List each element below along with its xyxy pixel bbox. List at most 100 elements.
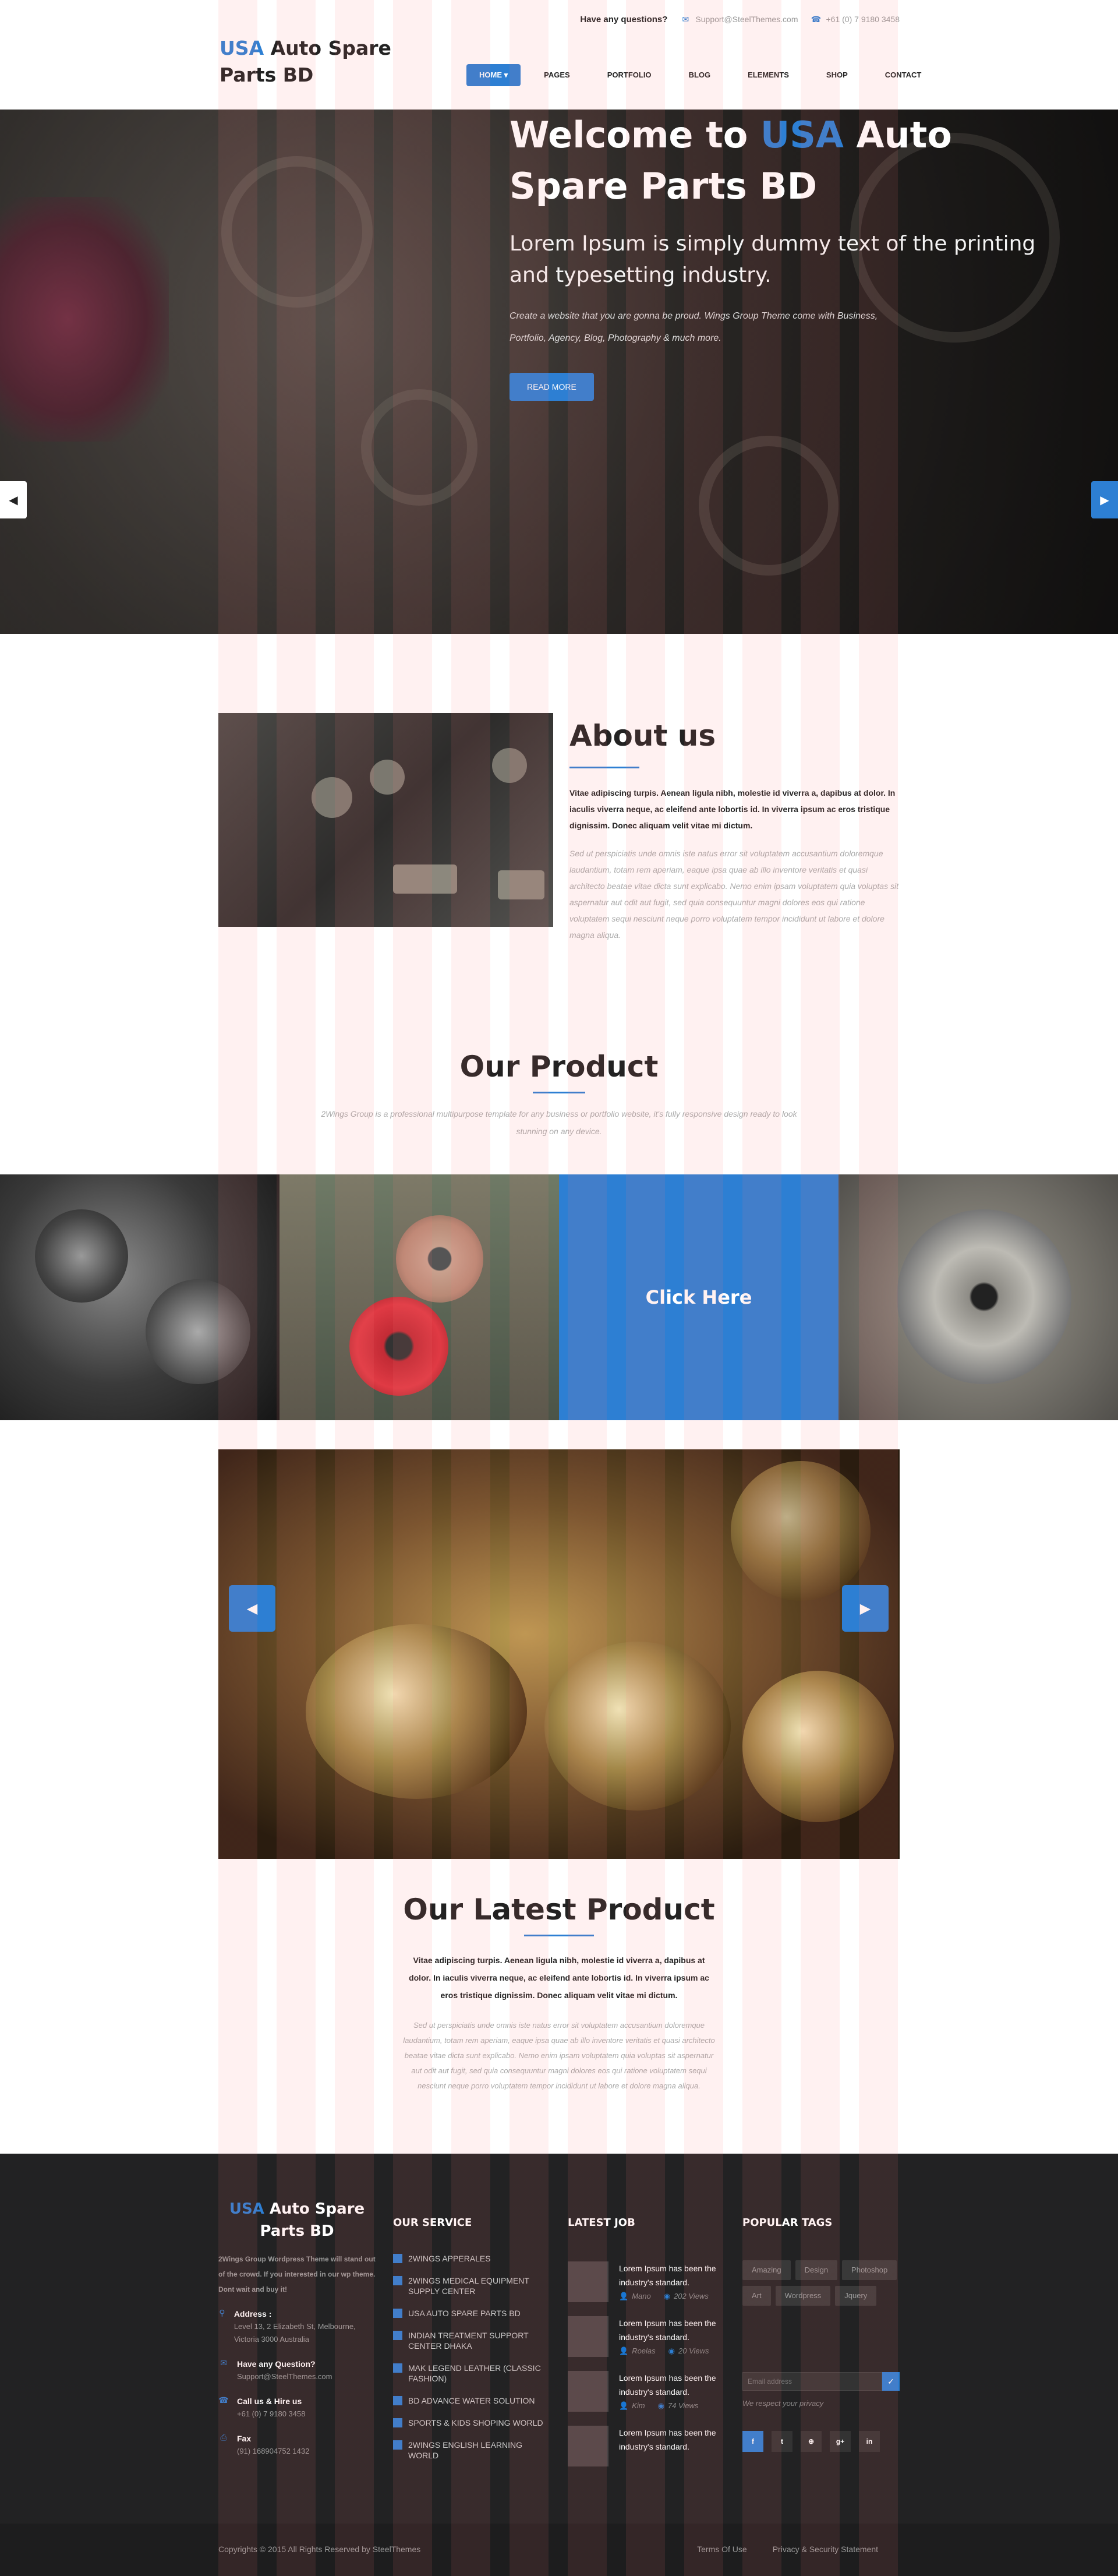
- job-author: Roelas: [632, 2346, 656, 2355]
- twitter-icon[interactable]: t: [772, 2431, 792, 2452]
- contact-address: ⚲ Address : Level 13, 2 Elizabeth St, Mel…: [218, 2307, 376, 2346]
- job-item[interactable]: Lorem Ipsum has been the industry's stan…: [568, 2316, 725, 2357]
- service-item[interactable]: 2WINGS MEDICAL EQUIPMENT SUPPLY CENTER: [393, 2275, 550, 2296]
- nav-blog[interactable]: BLOG: [670, 64, 730, 86]
- google-plus-icon[interactable]: g+: [830, 2431, 851, 2452]
- facebook-icon[interactable]: f: [742, 2431, 763, 2452]
- job-title: Lorem Ipsum has been the industry's stan…: [619, 2319, 716, 2342]
- terms-link[interactable]: Terms Of Use: [697, 2545, 747, 2554]
- hero-caption: Welcome to USA Auto Spare Parts BD Lorem…: [510, 114, 1051, 401]
- tag[interactable]: Design: [795, 2260, 838, 2280]
- nav-elements[interactable]: ELEMENTS: [729, 64, 808, 86]
- envelope-icon: ✉: [220, 2358, 227, 2367]
- job-thumbnail: [568, 2316, 608, 2357]
- tag[interactable]: Art: [742, 2286, 771, 2306]
- contact-question: ✉ Have any Question? Support@SteelThemes.…: [218, 2358, 376, 2383]
- nav-pages[interactable]: PAGES: [525, 64, 589, 86]
- bullet-icon: [393, 2396, 402, 2405]
- tag[interactable]: Wordpress: [775, 2286, 831, 2306]
- support-email[interactable]: ✉ Support@SteelThemes.com: [680, 14, 798, 24]
- tag[interactable]: Jquery: [835, 2286, 877, 2306]
- job-item[interactable]: Lorem Ipsum has been the industry's stan…: [568, 2371, 725, 2412]
- job-views: 20 Views: [678, 2346, 709, 2355]
- privacy-link[interactable]: Privacy & Security Statement: [773, 2545, 878, 2554]
- about-intro: Vitae adipiscing turpis. Aenean ligula n…: [569, 788, 896, 830]
- nav-portfolio[interactable]: PORTFOLIO: [589, 64, 670, 86]
- copyright: Copyrights © 2015 All Rights Reserved by…: [218, 2545, 421, 2554]
- slider-next-button[interactable]: ▶: [842, 1585, 889, 1632]
- footer-tags: POPULAR TAGS Amazing Design Photoshop Ar…: [742, 2154, 900, 2452]
- hero-prev-button[interactable]: ◀: [0, 481, 27, 518]
- footer-contact: ⚲ Address : Level 13, 2 Elizabeth St, Mel…: [218, 2307, 376, 2458]
- nav-home[interactable]: HOME ▾: [466, 64, 521, 86]
- jobs-title: LATEST JOB: [568, 2217, 635, 2229]
- product-title: Our Product: [459, 1050, 659, 1084]
- job-views: 74 Views: [667, 2401, 699, 2410]
- job-item[interactable]: Lorem Ipsum has been the industry's stan…: [568, 2261, 725, 2302]
- check-icon: ✓: [887, 2376, 894, 2386]
- service-item[interactable]: MAK LEGEND LEATHER (CLASSIC FASHION): [393, 2363, 550, 2384]
- service-item[interactable]: 2WINGS APPERALES: [393, 2253, 550, 2264]
- dribbble-icon[interactable]: ⊕: [801, 2431, 822, 2452]
- bullet-icon: [393, 2418, 402, 2427]
- job-title: Lorem Ipsum has been the industry's stan…: [619, 2264, 716, 2287]
- slider-prev-button[interactable]: ◀: [229, 1585, 275, 1632]
- fax-label: Fax: [237, 2434, 252, 2443]
- service-label: USA AUTO SPARE PARTS BD: [408, 2309, 521, 2318]
- service-item[interactable]: USA AUTO SPARE PARTS BD: [393, 2308, 550, 2319]
- footer-about: USA Auto Spare Parts BD 2Wings Group Wor…: [218, 2154, 376, 2469]
- gauge-part: [370, 760, 405, 795]
- address-label: Address :: [233, 2309, 272, 2319]
- site-logo[interactable]: USA Auto Spare Parts BD: [220, 35, 394, 89]
- question-email[interactable]: Support@SteelThemes.com: [237, 2370, 332, 2383]
- nav-home-label: HOME: [479, 70, 502, 79]
- service-item[interactable]: INDIAN TREATMENT SUPPORT CENTER DHAKA: [393, 2330, 550, 2351]
- job-item[interactable]: Lorem Ipsum has been the industry's stan…: [568, 2426, 725, 2466]
- hero-description: Create a website that you are gonna be p…: [510, 311, 878, 343]
- service-item[interactable]: SPORTS & KIDS SHOPING WORLD: [393, 2418, 550, 2428]
- subscribe-button[interactable]: ✓: [882, 2372, 900, 2391]
- social-links: f t ⊕ g+ in: [742, 2431, 900, 2452]
- footer-jobs: LATEST JOB Lorem Ipsum has been the indu…: [568, 2154, 725, 2480]
- hero-next-button[interactable]: ▶: [1091, 481, 1118, 518]
- hero-title: Welcome to USA Auto Spare Parts BD: [510, 110, 1051, 212]
- read-more-button[interactable]: READ MORE: [510, 373, 594, 401]
- email-input[interactable]: [742, 2372, 882, 2391]
- main-nav: HOME ▾ PAGES PORTFOLIO BLOG ELEMENTS SHO…: [466, 64, 940, 86]
- linkedin-icon[interactable]: in: [859, 2431, 880, 2452]
- hero-title-accent: USA: [760, 114, 844, 156]
- nav-contact[interactable]: CONTACT: [866, 64, 940, 86]
- service-item[interactable]: 2WINGS ENGLISH LEARNING WORLD: [393, 2440, 550, 2461]
- clutch-disc: [396, 1215, 483, 1303]
- tag[interactable]: Amazing: [742, 2260, 791, 2280]
- service-label: 2WINGS MEDICAL EQUIPMENT SUPPLY CENTER: [408, 2276, 529, 2296]
- tag[interactable]: Photoshop: [842, 2260, 897, 2280]
- chevron-left-icon: ◀: [9, 493, 18, 507]
- job-title: Lorem Ipsum has been the industry's stan…: [619, 2428, 716, 2451]
- footer-logo[interactable]: USA Auto Spare Parts BD: [218, 2198, 376, 2242]
- title-underline: [524, 1935, 594, 1936]
- service-item[interactable]: BD ADVANCE WATER SOLUTION: [393, 2395, 550, 2406]
- job-thumbnail: [568, 2371, 608, 2412]
- jobs-list: Lorem Ipsum has been the industry's stan…: [568, 2261, 725, 2466]
- bullet-icon: [393, 2331, 402, 2340]
- jaguar-badge: [306, 1624, 527, 1799]
- eye-icon: ◉: [668, 2346, 675, 2355]
- product-slider-section: ◀ ▶ Our Latest Product Vitae adipiscing …: [0, 1379, 1118, 2154]
- fax-value: (91) 168904752 1432: [237, 2447, 310, 2455]
- tags-title: POPULAR TAGS: [742, 2217, 833, 2229]
- nav-shop[interactable]: SHOP: [808, 64, 866, 86]
- job-meta: 👤 Roelas ◉ 20 Views: [619, 2346, 725, 2356]
- job-title: Lorem Ipsum has been the industry's stan…: [619, 2373, 716, 2397]
- flywheel: [897, 1209, 1071, 1384]
- envelope-icon: ✉: [682, 14, 689, 24]
- job-meta: 👤 Kim ◉ 74 Views: [619, 2401, 725, 2411]
- call-value[interactable]: +61 (0) 7 9180 3458: [237, 2408, 305, 2420]
- phone-icon: ☎: [811, 14, 822, 24]
- contact-fax: ⎙ Fax (91) 168904752 1432: [218, 2432, 376, 2458]
- user-icon: 👤: [619, 2401, 629, 2410]
- gauge-part: [492, 748, 527, 783]
- badge-part: [393, 864, 457, 894]
- top-bar: Have any questions? ✉ Support@SteelTheme…: [580, 14, 900, 24]
- support-phone[interactable]: ☎ +61 (0) 7 9180 3458: [811, 14, 900, 24]
